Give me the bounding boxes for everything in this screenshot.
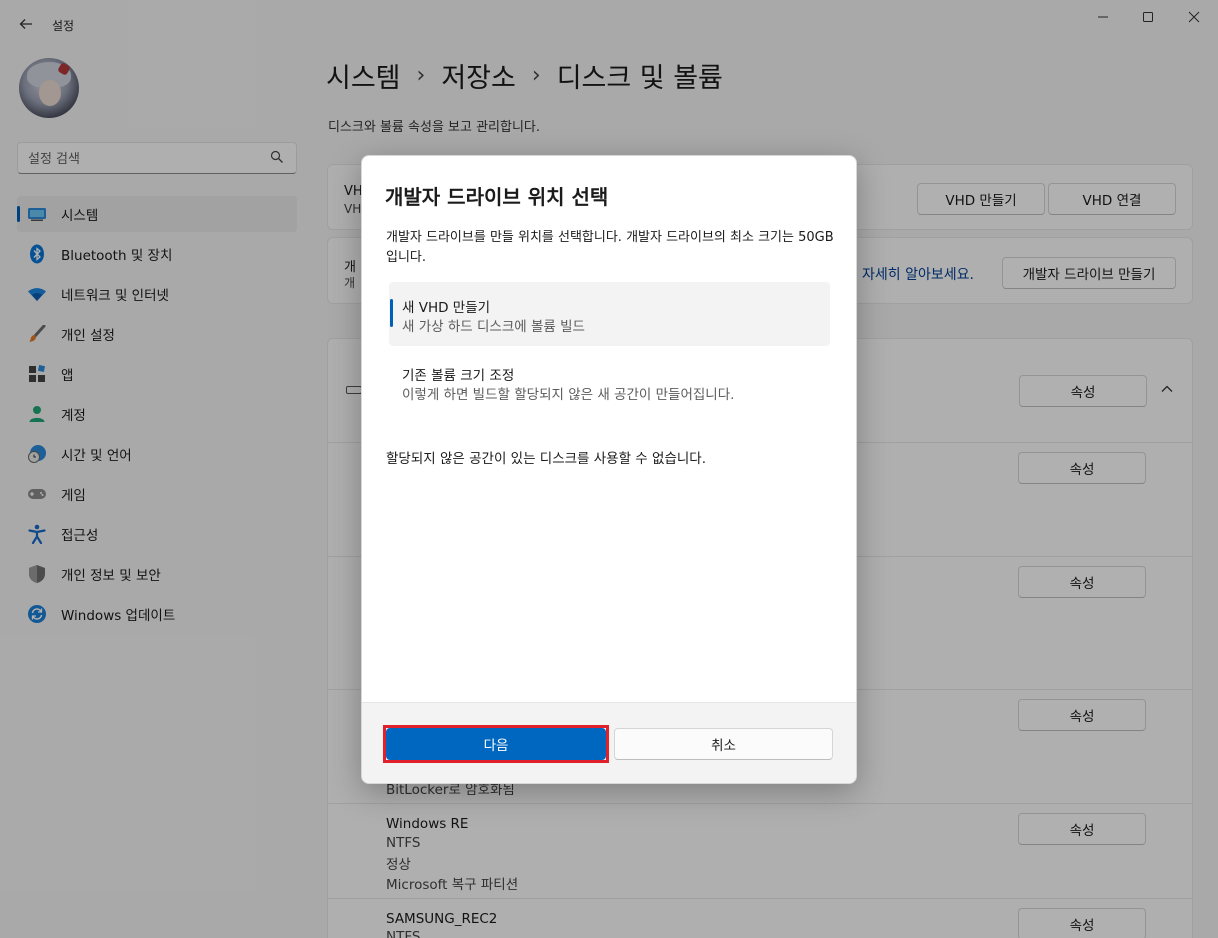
highlight-box xyxy=(383,725,609,763)
dialog-title: 개발자 드라이브 위치 선택 xyxy=(385,185,609,209)
option-title: 기존 볼륨 크기 조정 xyxy=(402,368,515,384)
option-resize-volume[interactable]: 기존 볼륨 크기 조정 이렇게 하면 빌드할 할당되지 않은 새 공간이 만들어… xyxy=(389,350,830,414)
dialog-footer: 다음 취소 xyxy=(362,702,856,783)
dialog-description: 개발자 드라이브를 만들 위치를 선택합니다. 개발자 드라이브의 최소 크기는… xyxy=(386,230,834,265)
option-create-vhd[interactable]: 새 VHD 만들기 새 가상 하드 디스크에 볼륨 빌드 xyxy=(389,282,830,346)
dev-drive-location-dialog: 개발자 드라이브 위치 선택 개발자 드라이브를 만들 위치를 선택합니다. 개… xyxy=(361,155,857,784)
dialog-warning: 할당되지 않은 공간이 있는 디스크를 사용할 수 없습니다. xyxy=(386,451,706,467)
option-subtitle: 새 가상 하드 디스크에 볼륨 빌드 xyxy=(402,319,585,335)
option-subtitle: 이렇게 하면 빌드할 할당되지 않은 새 공간이 만들어집니다. xyxy=(402,387,735,403)
cancel-button[interactable]: 취소 xyxy=(614,728,833,760)
option-title: 새 VHD 만들기 xyxy=(402,300,491,316)
